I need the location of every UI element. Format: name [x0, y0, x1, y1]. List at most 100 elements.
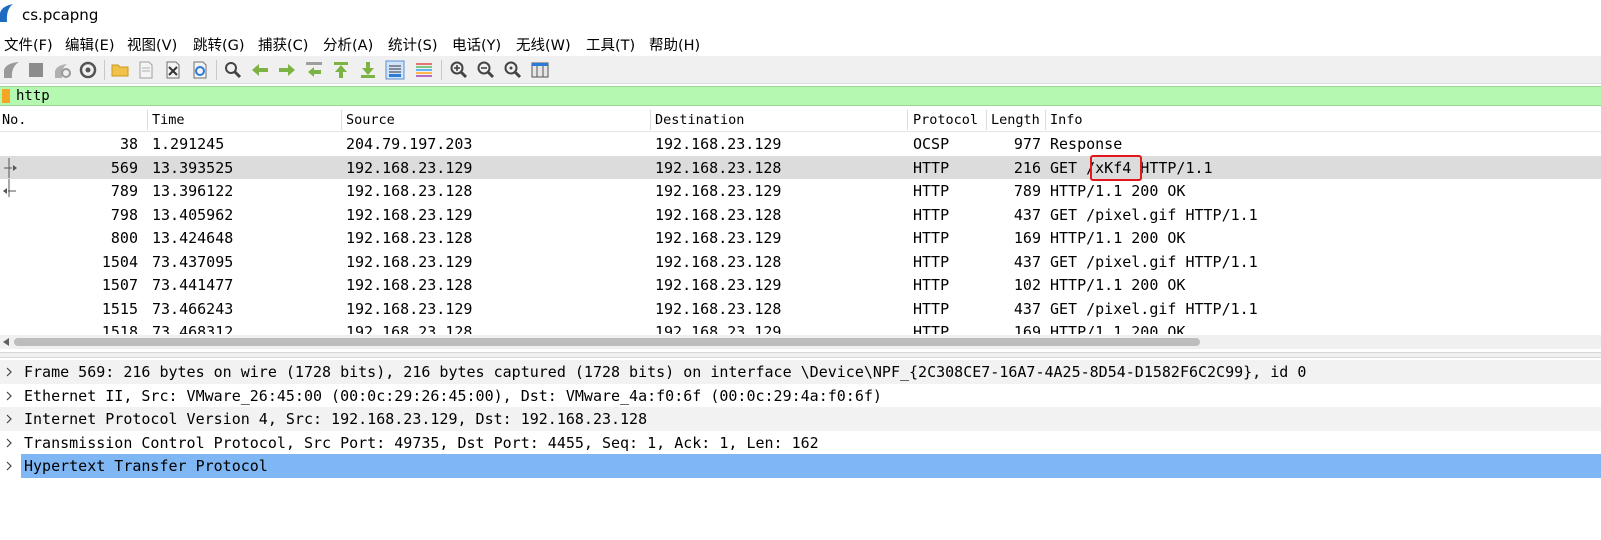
uri-highlight-box: [1090, 154, 1142, 181]
packet-destination: 192.168.23.129: [655, 135, 782, 153]
packet-length: 437: [1013, 299, 1041, 318]
packet-protocol: HTTP: [913, 205, 950, 224]
expand-chevron-icon[interactable]: [4, 438, 14, 448]
expand-chevron-icon[interactable]: [4, 414, 14, 424]
save-file-icon[interactable]: [136, 60, 156, 80]
scroll-left-arrow-icon[interactable]: [3, 338, 9, 346]
packet-list: 38 1.291245 204.79.197.203 192.168.23.12…: [0, 132, 1601, 334]
menu-capture[interactable]: 捕获(C): [258, 34, 308, 55]
detail-text: Ethernet II, Src: VMware_26:45:00 (00:0c…: [24, 387, 882, 405]
menu-edit[interactable]: 编辑(E): [65, 34, 114, 55]
column-header-source[interactable]: Source: [346, 112, 395, 128]
menu-help[interactable]: 帮助(H): [649, 34, 700, 55]
detail-text: Frame 569: 216 bytes on wire (1728 bits)…: [24, 363, 1307, 381]
packet-destination: 192.168.23.128: [655, 252, 782, 271]
find-packet-icon[interactable]: [223, 60, 243, 80]
packet-info: HTTP/1.1 200 OK: [1050, 276, 1186, 294]
packet-info: GET /pixel.gif HTTP/1.1: [1050, 252, 1258, 271]
column-header-protocol[interactable]: Protocol: [913, 112, 978, 128]
menu-wireless[interactable]: 无线(W): [516, 34, 571, 55]
packet-list-header: No. Time Source Destination Protocol Len…: [0, 108, 1601, 132]
colorize-icon[interactable]: [414, 60, 434, 80]
menu-file[interactable]: 文件(F): [4, 34, 53, 55]
zoom-out-icon[interactable]: [476, 60, 496, 80]
packet-info: HTTP/1.1 200 OK: [1050, 182, 1186, 200]
detail-text: Hypertext Transfer Protocol: [21, 454, 1601, 478]
open-file-icon[interactable]: [110, 60, 130, 80]
stop-capture-icon[interactable]: [26, 60, 46, 80]
resize-columns-icon[interactable]: [530, 60, 550, 80]
start-capture-icon[interactable]: [2, 60, 22, 80]
packet-info: HTTP/1.1 200 OK: [1050, 229, 1186, 247]
packet-destination: 192.168.23.129: [655, 276, 782, 294]
packet-row[interactable]: 1518 73.468312 192.168.23.128 192.168.23…: [0, 320, 1601, 334]
packet-time: 73.468312: [152, 323, 234, 334]
packet-row[interactable]: 1515 73.466243 192.168.23.129 192.168.23…: [0, 297, 1601, 321]
packet-row[interactable]: 38 1.291245 204.79.197.203 192.168.23.12…: [0, 132, 1601, 156]
go-to-packet-icon[interactable]: [304, 60, 324, 80]
packet-source: 192.168.23.128: [346, 229, 473, 247]
packet-source: 192.168.23.129: [346, 252, 473, 271]
filter-bookmark-icon[interactable]: [2, 89, 10, 103]
packet-protocol: HTTP: [913, 252, 950, 271]
window-title: cs.pcapng: [22, 6, 99, 24]
menu-view[interactable]: 视图(V): [127, 34, 177, 55]
hscroll-thumb[interactable]: [14, 338, 1200, 346]
packet-list-hscrollbar[interactable]: [0, 335, 1601, 349]
expand-chevron-icon[interactable]: [4, 367, 14, 377]
packet-row[interactable]: 1507 73.441477 192.168.23.128 192.168.23…: [0, 273, 1601, 297]
zoom-normal-icon[interactable]: [503, 60, 523, 80]
detail-row-ipv4[interactable]: Internet Protocol Version 4, Src: 192.16…: [0, 407, 1601, 431]
menu-statistics[interactable]: 统计(S): [388, 34, 438, 55]
column-header-info[interactable]: Info: [1050, 112, 1083, 128]
packet-info: Response: [1050, 135, 1123, 153]
detail-row-tcp[interactable]: Transmission Control Protocol, Src Port:…: [0, 431, 1601, 455]
packet-row[interactable]: 798 13.405962 192.168.23.129 192.168.23.…: [0, 203, 1601, 227]
packet-source: 192.168.23.128: [346, 276, 473, 294]
packet-info: HTTP/1.1 200 OK: [1050, 323, 1186, 334]
packet-length: 169: [1013, 229, 1041, 247]
detail-row-ethernet[interactable]: Ethernet II, Src: VMware_26:45:00 (00:0c…: [0, 384, 1601, 408]
packet-protocol: HTTP: [913, 158, 950, 177]
packet-info: GET /pixel.gif HTTP/1.1: [1050, 205, 1258, 224]
title-bar: cs.pcapng: [0, 0, 1601, 32]
reload-file-icon[interactable]: [190, 60, 210, 80]
display-filter-input[interactable]: [16, 87, 1596, 105]
menu-analyze[interactable]: 分析(A): [323, 34, 373, 55]
detail-row-frame[interactable]: Frame 569: 216 bytes on wire (1728 bits)…: [0, 360, 1601, 384]
expand-chevron-icon[interactable]: [4, 461, 14, 471]
packet-source: 192.168.23.129: [346, 158, 473, 177]
packet-no: 38: [119, 135, 138, 153]
expand-chevron-icon[interactable]: [4, 391, 14, 401]
packet-protocol: HTTP: [913, 299, 950, 318]
column-header-length[interactable]: Length: [991, 112, 1040, 128]
close-file-icon[interactable]: [163, 60, 183, 80]
packet-source: 192.168.23.129: [346, 205, 473, 224]
column-header-no[interactable]: No.: [2, 112, 26, 128]
restart-capture-icon[interactable]: [52, 60, 72, 80]
autoscroll-icon[interactable]: [385, 60, 405, 80]
packet-length: 216: [1013, 158, 1041, 177]
packet-destination: 192.168.23.128: [655, 205, 782, 224]
packet-time: 73.466243: [152, 299, 234, 318]
packet-row[interactable]: 1504 73.437095 192.168.23.129 192.168.23…: [0, 250, 1601, 274]
first-packet-icon[interactable]: [331, 60, 351, 80]
capture-options-icon[interactable]: [78, 60, 98, 80]
column-header-destination[interactable]: Destination: [655, 112, 744, 128]
menu-go[interactable]: 跳转(G): [193, 34, 245, 55]
last-packet-icon[interactable]: [358, 60, 378, 80]
column-header-time[interactable]: Time: [152, 112, 185, 128]
packet-details-pane: Frame 569: 216 bytes on wire (1728 bits)…: [0, 359, 1601, 540]
zoom-in-icon[interactable]: [449, 60, 469, 80]
go-forward-icon[interactable]: [277, 60, 297, 80]
packet-row-selected[interactable]: 569 13.393525 192.168.23.129 192.168.23.…: [0, 154, 1601, 181]
go-back-icon[interactable]: [250, 60, 270, 80]
packet-row[interactable]: 789 13.396122 192.168.23.128 192.168.23.…: [0, 179, 1601, 203]
packet-row[interactable]: 800 13.424648 192.168.23.128 192.168.23.…: [0, 226, 1601, 250]
packet-protocol: HTTP: [913, 229, 950, 247]
detail-row-http[interactable]: Hypertext Transfer Protocol: [0, 454, 1601, 478]
menu-telephony[interactable]: 电话(Y): [452, 34, 501, 55]
pane-splitter[interactable]: [0, 352, 1601, 358]
menu-tools[interactable]: 工具(T): [586, 34, 635, 55]
packet-protocol: OCSP: [913, 135, 950, 153]
